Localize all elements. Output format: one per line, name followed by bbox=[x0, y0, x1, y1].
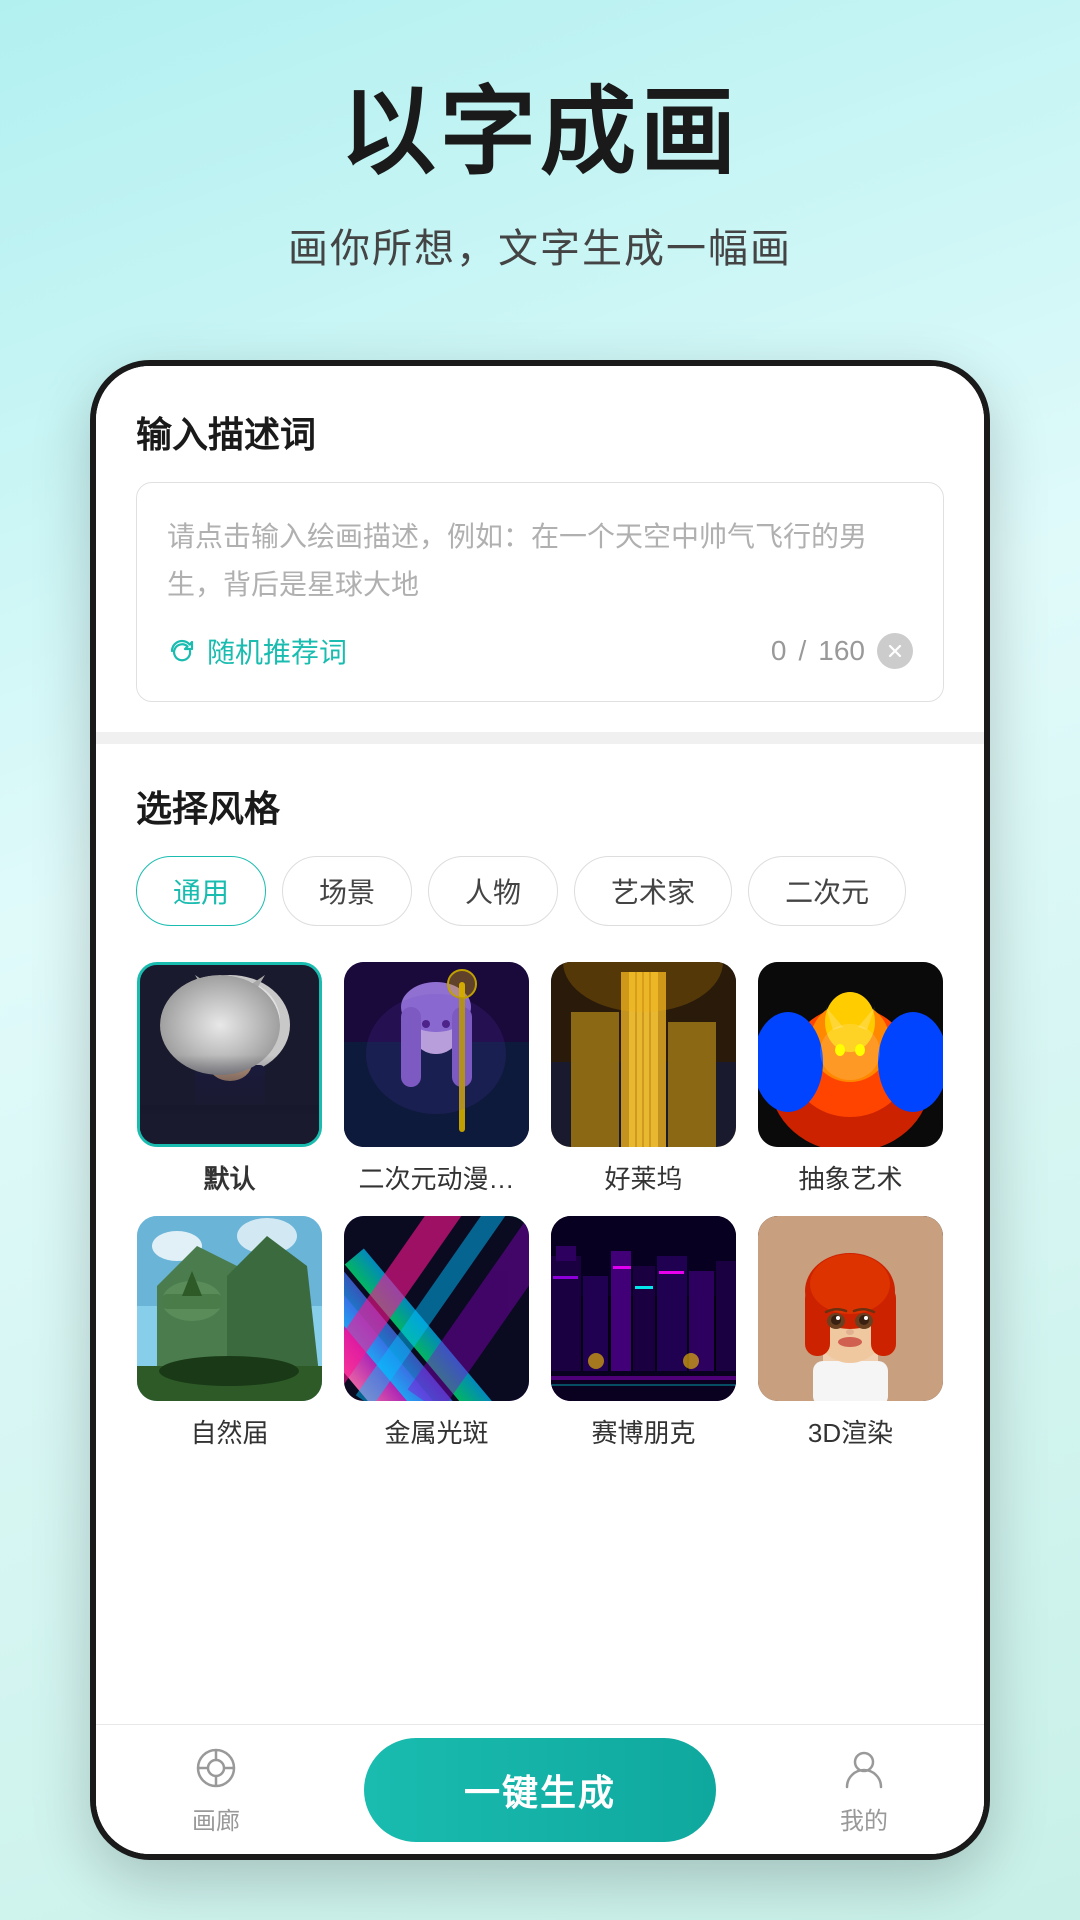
sub-title: 画你所想，文字生成一幅画 bbox=[0, 216, 1080, 274]
style-name-cyberpunk: 赛博朋克 bbox=[591, 1413, 695, 1450]
style-tag-general[interactable]: 通用 bbox=[136, 856, 266, 926]
style-img-metal bbox=[344, 1216, 529, 1401]
phone-frame: 输入描述词 请点击输入绘画描述，例如：在一个天空中帅气飞行的男生，背后是星球大地… bbox=[90, 360, 990, 1860]
style-img-nature bbox=[137, 1216, 322, 1401]
style-name-abstract: 抽象艺术 bbox=[798, 1159, 902, 1196]
gallery-label: 画廊 bbox=[192, 1801, 240, 1836]
profile-label: 我的 bbox=[840, 1801, 888, 1836]
style-img-hollywood bbox=[551, 962, 736, 1147]
input-section: 输入描述词 请点击输入绘画描述，例如：在一个天空中帅气飞行的男生，背后是星球大地… bbox=[96, 366, 984, 732]
generate-label: 一键生成 bbox=[464, 1772, 616, 1813]
profile-icon bbox=[839, 1743, 889, 1793]
style-tag-scene[interactable]: 场景 bbox=[282, 856, 412, 926]
main-title: 以字成画 bbox=[0, 80, 1080, 186]
style-img-default bbox=[137, 962, 322, 1147]
style-tag-anime[interactable]: 二次元 bbox=[748, 856, 906, 926]
style-img-anime bbox=[344, 962, 529, 1147]
max-chars: 160 bbox=[818, 635, 865, 667]
style-img-abstract bbox=[758, 962, 943, 1147]
clear-button[interactable] bbox=[877, 633, 913, 669]
style-name-metal: 金属光斑 bbox=[384, 1413, 488, 1450]
style-section-label: 选择风格 bbox=[136, 780, 944, 832]
generate-button[interactable]: 一键生成 bbox=[364, 1738, 716, 1842]
input-placeholder: 请点击输入绘画描述，例如：在一个天空中帅气飞行的男生，背后是星球大地 bbox=[167, 513, 913, 608]
profile-tab[interactable]: 我的 bbox=[804, 1743, 924, 1836]
text-input-box[interactable]: 请点击输入绘画描述，例如：在一个天空中帅气飞行的男生，背后是星球大地 随机推荐词… bbox=[136, 482, 944, 702]
section-divider bbox=[96, 732, 984, 744]
style-item-abstract[interactable]: 抽象艺术 bbox=[757, 962, 944, 1196]
style-item-anime[interactable]: 二次元动漫… bbox=[343, 962, 530, 1196]
input-footer: 随机推荐词 0 / 160 bbox=[167, 631, 913, 671]
style-tag-character[interactable]: 人物 bbox=[428, 856, 558, 926]
style-item-default[interactable]: 默认 bbox=[136, 962, 323, 1196]
style-name-nature: 自然届 bbox=[190, 1413, 268, 1450]
style-img-cyberpunk bbox=[551, 1216, 736, 1401]
style-grid: 默认 bbox=[136, 962, 944, 1450]
phone-content: 输入描述词 请点击输入绘画描述，例如：在一个天空中帅气飞行的男生，背后是星球大地… bbox=[96, 366, 984, 1854]
style-item-cyberpunk[interactable]: 赛博朋克 bbox=[550, 1216, 737, 1450]
refresh-icon bbox=[167, 636, 197, 666]
header: 以字成画 画你所想，文字生成一幅画 bbox=[0, 0, 1080, 314]
style-name-3d: 3D渲染 bbox=[808, 1413, 893, 1450]
gallery-icon bbox=[191, 1743, 241, 1793]
style-item-metal[interactable]: 金属光斑 bbox=[343, 1216, 530, 1450]
random-recommend-button[interactable]: 随机推荐词 bbox=[167, 631, 347, 671]
style-name-anime: 二次元动漫… bbox=[358, 1159, 514, 1196]
style-item-3d[interactable]: 3D渲染 bbox=[757, 1216, 944, 1450]
random-label: 随机推荐词 bbox=[207, 631, 347, 671]
style-section: 选择风格 通用 场景 人物 艺术家 二次元 bbox=[96, 744, 984, 1724]
bottom-bar: 画廊 一键生成 我的 bbox=[96, 1724, 984, 1854]
current-chars: 0 bbox=[771, 635, 787, 667]
style-name-hollywood: 好莱坞 bbox=[604, 1159, 682, 1196]
input-section-label: 输入描述词 bbox=[136, 406, 944, 458]
style-tags: 通用 场景 人物 艺术家 二次元 bbox=[136, 856, 944, 926]
style-img-3d bbox=[758, 1216, 943, 1401]
char-count: 0 / 160 bbox=[771, 633, 913, 669]
style-name-default: 默认 bbox=[203, 1159, 255, 1196]
gallery-tab[interactable]: 画廊 bbox=[156, 1743, 276, 1836]
style-item-nature[interactable]: 自然届 bbox=[136, 1216, 323, 1450]
style-tag-artist[interactable]: 艺术家 bbox=[574, 856, 732, 926]
style-item-hollywood[interactable]: 好莱坞 bbox=[550, 962, 737, 1196]
